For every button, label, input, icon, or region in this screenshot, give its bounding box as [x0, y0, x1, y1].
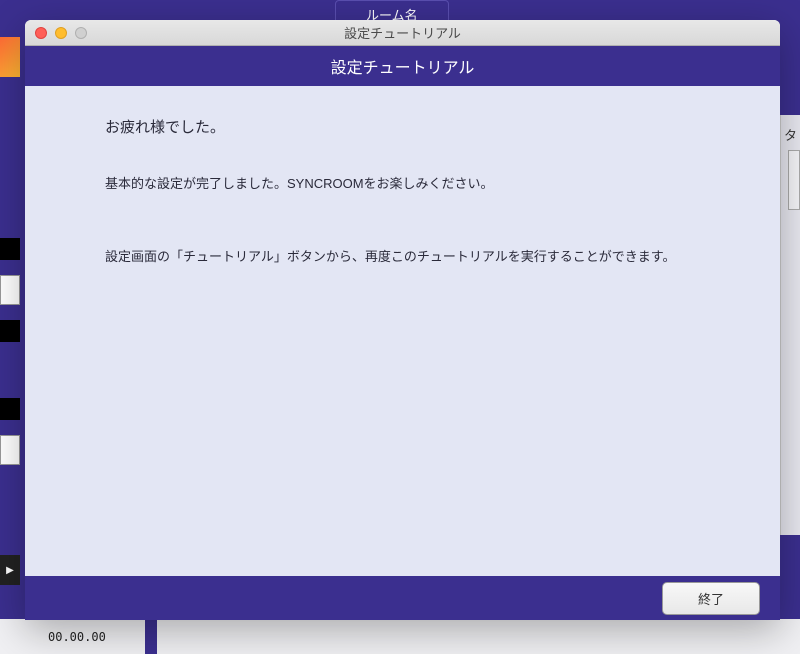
bg-bottom-sep	[145, 619, 157, 654]
traffic-lights	[25, 27, 87, 39]
maximize-icon	[75, 27, 87, 39]
minimize-icon[interactable]	[55, 27, 67, 39]
bg-slot	[0, 275, 20, 305]
content-text-1: 基本的な設定が完了しました。SYNCROOMをお楽しみください。	[105, 172, 700, 195]
titlebar[interactable]: 設定チュートリアル	[25, 20, 780, 46]
bg-timecode: 00.00.00	[48, 630, 106, 644]
bg-avatar	[0, 37, 20, 77]
content-heading: お疲れ様でした。	[105, 116, 700, 137]
bg-slot	[0, 398, 20, 420]
bg-right-label: タ	[784, 125, 797, 144]
bg-slot	[0, 320, 20, 342]
bg-right-box	[788, 150, 800, 210]
tutorial-content: お疲れ様でした。 基本的な設定が完了しました。SYNCROOMをお楽しみください…	[25, 86, 780, 576]
tutorial-header: 設定チュートリアル	[25, 46, 780, 86]
header-title: 設定チュートリアル	[331, 54, 475, 78]
bg-slot	[0, 435, 20, 465]
content-text-2: 設定画面の「チュートリアル」ボタンから、再度このチュートリアルを実行することがで…	[105, 245, 700, 268]
tutorial-window: 設定チュートリアル 設定チュートリアル お疲れ様でした。 基本的な設定が完了しま…	[25, 20, 780, 620]
finish-button[interactable]: 終了	[662, 582, 760, 615]
bg-play-button: ▶	[0, 555, 20, 585]
window-title: 設定チュートリアル	[25, 23, 780, 42]
bg-slot	[0, 238, 20, 260]
bg-bottom-bar	[0, 619, 800, 654]
tutorial-footer: 終了	[25, 576, 780, 620]
close-icon[interactable]	[35, 27, 47, 39]
